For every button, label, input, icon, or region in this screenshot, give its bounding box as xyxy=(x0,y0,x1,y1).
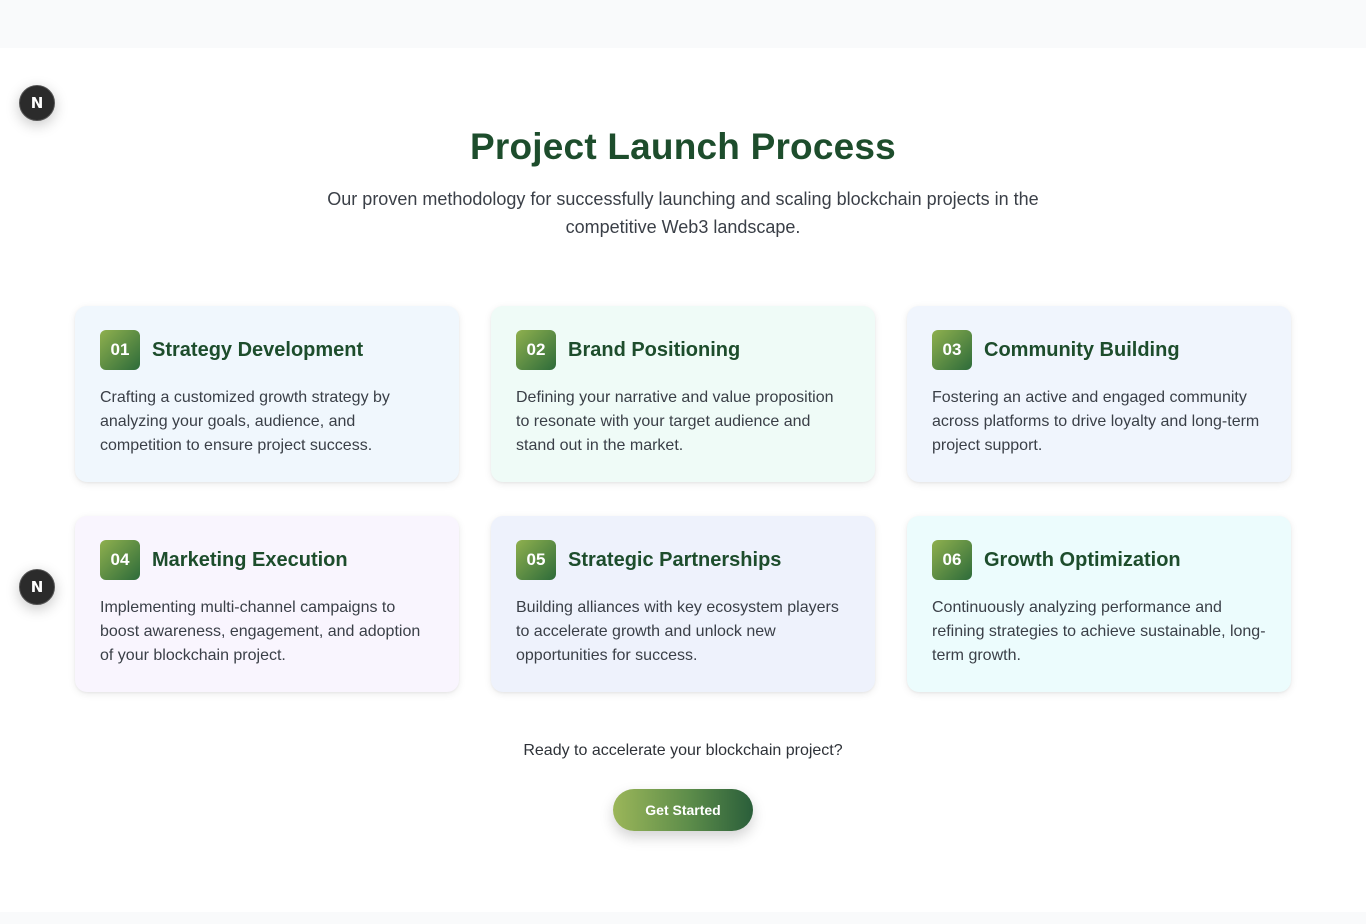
step-description: Crafting a customized growth strategy by… xyxy=(100,389,390,454)
step-card: 06 Growth Optimization Continuously anal… xyxy=(907,516,1291,692)
step-number-badge: 04 xyxy=(100,540,140,580)
bottom-band xyxy=(0,912,1366,924)
step-number-badge: 01 xyxy=(100,330,140,370)
step-number-badge: 06 xyxy=(932,540,972,580)
get-started-button[interactable]: Get Started xyxy=(613,789,753,831)
step-number-badge: 05 xyxy=(516,540,556,580)
section-subtitle: Our proven methodology for successfully … xyxy=(327,189,1039,237)
step-description: Continuously analyzing performance and r… xyxy=(932,599,1266,664)
step-card: 04 Marketing Execution Implementing mult… xyxy=(75,516,459,692)
step-description: Defining your narrative and value propos… xyxy=(516,389,834,454)
step-title: Growth Optimization xyxy=(984,548,1181,571)
step-number-badge: 03 xyxy=(932,330,972,370)
step-title: Strategy Development xyxy=(152,338,364,361)
nextjs-logo-icon[interactable]: N xyxy=(19,85,55,121)
step-description: Fostering an active and engaged communit… xyxy=(932,389,1260,454)
step-title: Strategic Partnerships xyxy=(568,548,782,571)
step-card: 01 Strategy Development Crafting a custo… xyxy=(75,306,459,482)
nextjs-logo-icon[interactable]: N xyxy=(19,569,55,605)
step-card: 05 Strategic Partnerships Building allia… xyxy=(491,516,875,692)
step-title: Marketing Execution xyxy=(152,548,348,571)
cta-prompt: Ready to accelerate your blockchain proj… xyxy=(523,742,843,759)
top-band xyxy=(0,0,1366,48)
step-description: Building alliances with key ecosystem pl… xyxy=(516,599,839,664)
step-title: Community Building xyxy=(984,338,1180,361)
step-card: 03 Community Building Fostering an activ… xyxy=(907,306,1291,482)
badge-glyph: N xyxy=(30,578,44,596)
step-number-badge: 02 xyxy=(516,330,556,370)
section-title: Project Launch Process xyxy=(470,126,896,167)
step-title: Brand Positioning xyxy=(568,338,741,361)
step-description: Implementing multi-channel campaigns to … xyxy=(100,599,421,664)
step-card: 02 Brand Positioning Defining your narra… xyxy=(491,306,875,482)
badge-glyph: N xyxy=(30,94,44,112)
